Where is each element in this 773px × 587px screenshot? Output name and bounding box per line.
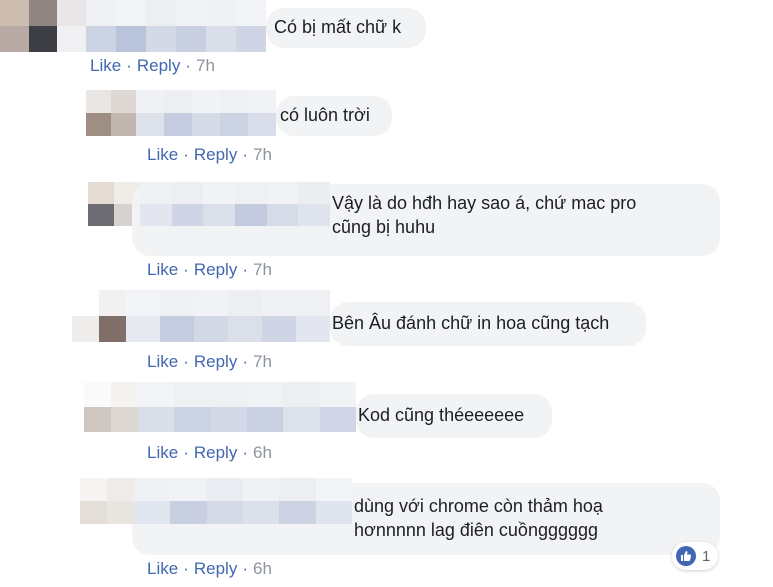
- timestamp[interactable]: 7h: [253, 145, 272, 164]
- timestamp[interactable]: 6h: [253, 443, 272, 462]
- comment-bubble: có luôn trời: [276, 96, 392, 136]
- blurred-author-name[interactable]: [140, 182, 330, 226]
- reply-link[interactable]: Reply: [194, 352, 237, 371]
- reaction-badge[interactable]: 1: [672, 542, 719, 570]
- comment-bubble: Bên Âu đánh chữ in hoa cũng tạch: [330, 302, 646, 346]
- reply-link[interactable]: Reply: [194, 260, 237, 279]
- comment-text: có luôn trời: [280, 105, 370, 125]
- timestamp[interactable]: 7h: [253, 260, 272, 279]
- comment-actions: Like · Reply · 6h: [147, 443, 272, 463]
- timestamp[interactable]: 7h: [253, 352, 272, 371]
- separator-dot: ·: [185, 56, 191, 75]
- reply-link[interactable]: Reply: [194, 145, 237, 164]
- separator-dot: ·: [242, 145, 248, 164]
- blurred-avatar[interactable]: [80, 478, 134, 524]
- like-link[interactable]: Like: [147, 145, 178, 164]
- like-link[interactable]: Like: [90, 56, 121, 75]
- blurred-author-name[interactable]: [134, 478, 352, 524]
- comment-bubble: Kod cũng théeeeeee: [356, 394, 552, 438]
- comment-6: dùng với chrome còn thảm hoạ hơnnnnn lag…: [0, 0, 773, 578]
- blurred-avatar[interactable]: [72, 290, 126, 342]
- thumbs-up-icon: [676, 546, 696, 566]
- blurred-avatar[interactable]: [86, 90, 136, 136]
- comment-text: Bên Âu đánh chữ in hoa cũng tạch: [332, 313, 610, 333]
- like-link[interactable]: Like: [147, 559, 178, 578]
- timestamp[interactable]: 7h: [196, 56, 215, 75]
- separator-dot: ·: [242, 559, 248, 578]
- blurred-avatar[interactable]: [0, 0, 86, 52]
- comment-actions: Like · Reply · 7h: [147, 145, 272, 165]
- separator-dot: ·: [183, 260, 189, 279]
- separator-dot: ·: [183, 352, 189, 371]
- blurred-author-name[interactable]: [138, 382, 356, 432]
- separator-dot: ·: [183, 145, 189, 164]
- blurred-author-name[interactable]: [136, 90, 276, 136]
- separator-dot: ·: [242, 443, 248, 462]
- comment-actions: Like · Reply · 7h: [90, 56, 215, 76]
- blurred-author-name[interactable]: [86, 0, 266, 52]
- comment-text: Kod cũng théeeeeee: [358, 405, 525, 425]
- reply-link[interactable]: Reply: [194, 443, 237, 462]
- separator-dot: ·: [126, 56, 132, 75]
- comment-text: Có bị mất chữ k: [274, 17, 402, 37]
- like-link[interactable]: Like: [147, 352, 178, 371]
- comment-actions: Like · Reply · 7h: [147, 260, 272, 280]
- reply-link[interactable]: Reply: [137, 56, 180, 75]
- separator-dot: ·: [242, 260, 248, 279]
- like-link[interactable]: Like: [147, 260, 178, 279]
- like-link[interactable]: Like: [147, 443, 178, 462]
- reply-link[interactable]: Reply: [194, 559, 237, 578]
- separator-dot: ·: [183, 443, 189, 462]
- separator-dot: ·: [242, 352, 248, 371]
- blurred-avatar[interactable]: [84, 382, 138, 432]
- comment-actions: Like · Reply · 7h: [147, 352, 272, 372]
- timestamp[interactable]: 6h: [253, 559, 272, 578]
- reaction-count: 1: [702, 547, 711, 565]
- comment-bubble: Có bị mất chữ k: [266, 8, 426, 48]
- comment-actions: Like · Reply · 6h: [147, 559, 272, 579]
- blurred-author-name[interactable]: [126, 290, 330, 342]
- separator-dot: ·: [183, 559, 189, 578]
